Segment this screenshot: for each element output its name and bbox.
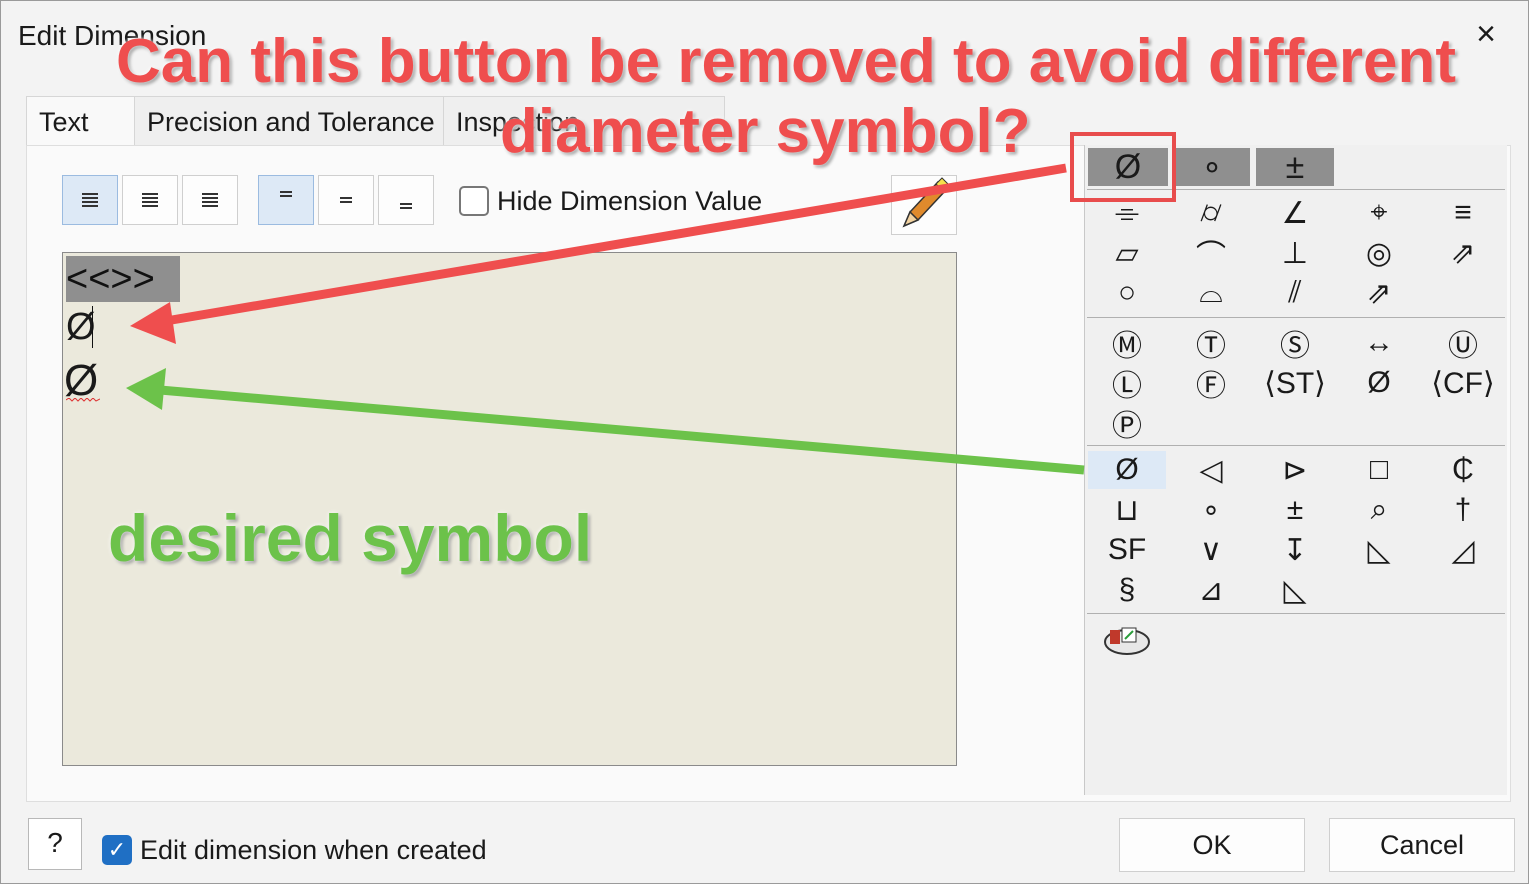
annotation-desired-symbol: desired symbol	[108, 501, 593, 575]
annotation-question-line2: diameter symbol?	[500, 97, 1031, 166]
annotation-question-line1: Can this button be removed to avoid diff…	[116, 27, 1456, 96]
